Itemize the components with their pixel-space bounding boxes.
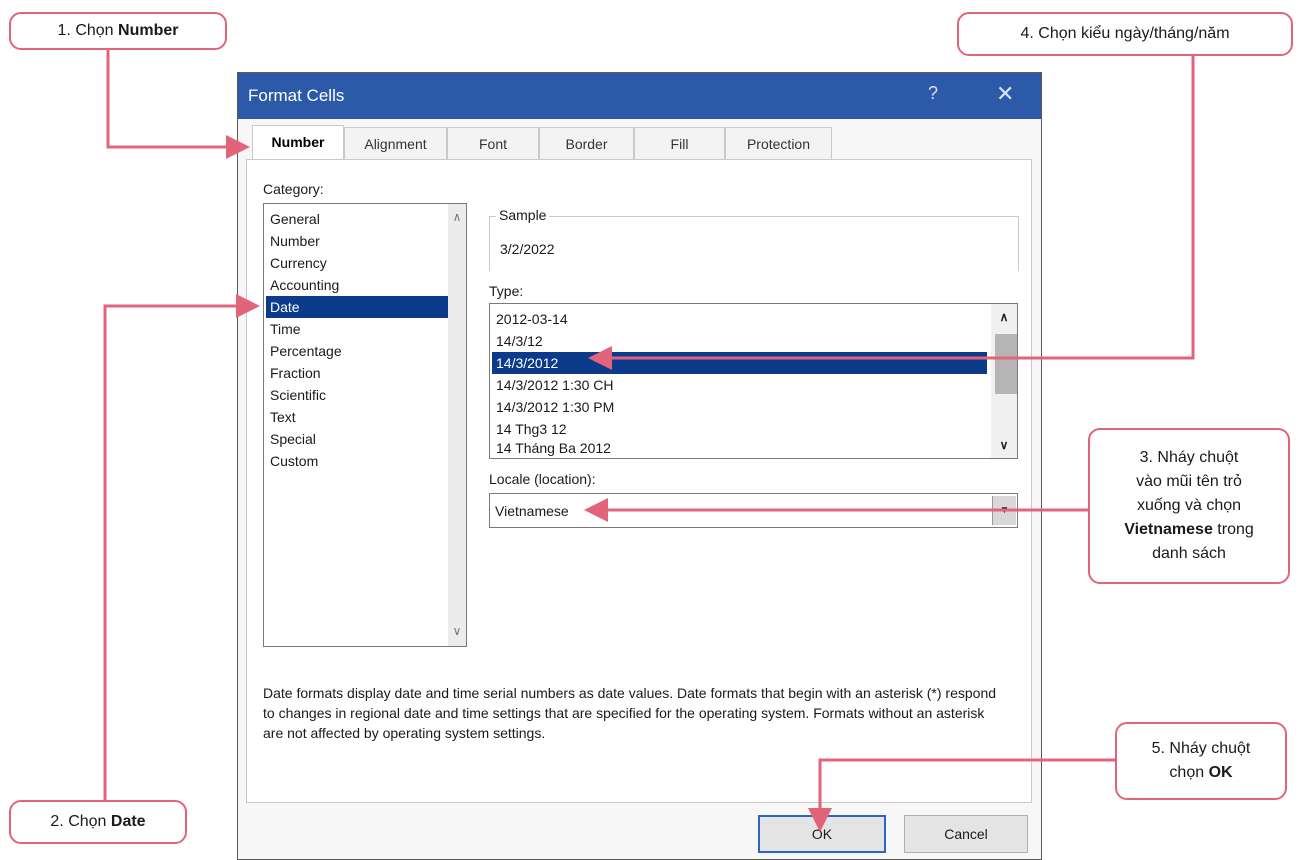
arrow-to-date (103, 294, 260, 800)
arrow-to-type (588, 56, 1195, 370)
callout-1-prefix: 1. Chọn (57, 22, 119, 39)
callout-3-line-2: vào mũi tên trỏ (1136, 473, 1242, 490)
callout-2-bold: Date (110, 813, 146, 830)
callout-5-prefix: chọn (1169, 764, 1209, 781)
arrow-to-number-tab (106, 50, 250, 159)
callout-1-bold: Number (118, 22, 179, 39)
callout-step-2: 2. Chọn Date (9, 800, 187, 844)
callout-3-after-bold: trong (1212, 521, 1254, 538)
callout-3-line-5: danh sách (1152, 545, 1226, 562)
callout-2-prefix: 2. Chọn (50, 813, 111, 830)
callout-5-line-1: 5. Nháy chuột (1151, 740, 1251, 757)
callout-step-5: 5. Nháy chuột chọn OK (1115, 722, 1287, 800)
callout-3-line-1: 3. Nháy chuột (1139, 449, 1239, 466)
callout-step-4: 4. Chọn kiểu ngày/tháng/năm (957, 12, 1293, 56)
callout-step-1: 1. Chọn Number (9, 12, 227, 50)
callout-5-bold: OK (1208, 764, 1233, 781)
callout-3-bold: Vietnamese (1124, 521, 1213, 538)
callout-3-line-3: xuống và chọn (1136, 497, 1242, 514)
arrow-to-ok (808, 758, 1115, 832)
callout-step-3: 3. Nháy chuột vào mũi tên trỏ xuống và c… (1088, 428, 1290, 584)
callout-4-text: 4. Chọn kiểu ngày/tháng/năm (1020, 25, 1230, 42)
